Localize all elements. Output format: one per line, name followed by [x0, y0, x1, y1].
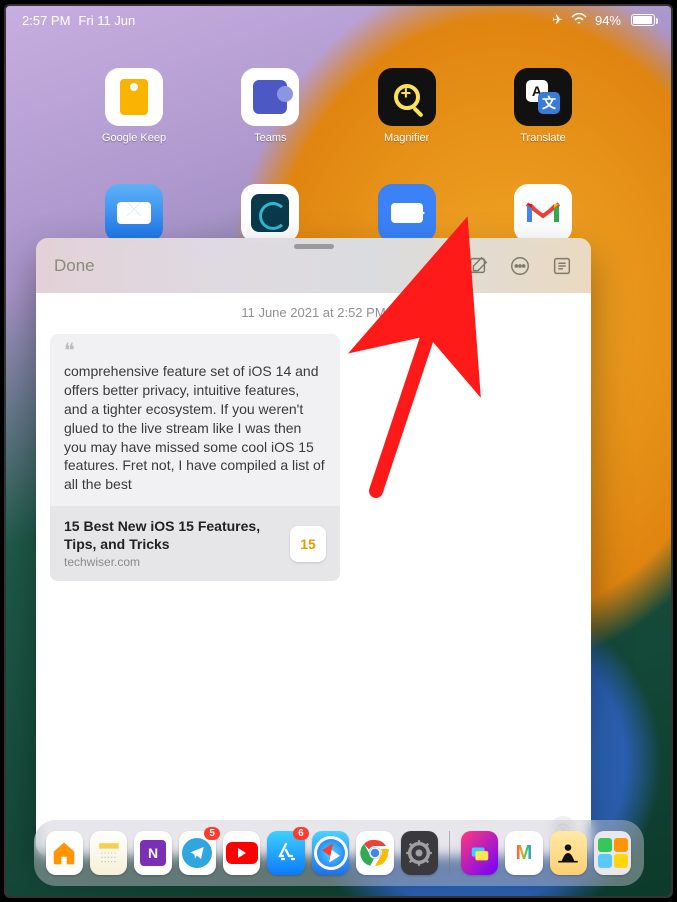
- dock-separator: [449, 831, 450, 875]
- dock-app-appstore[interactable]: 6: [267, 831, 304, 875]
- keep-icon: [120, 79, 148, 115]
- dock-recent-3[interactable]: [550, 831, 587, 875]
- gmail-icon: [525, 200, 561, 226]
- appstore-badge: 6: [293, 827, 309, 840]
- dock-app-notes[interactable]: [90, 831, 127, 875]
- dock-recent-1[interactable]: [461, 831, 498, 875]
- app-google-keep[interactable]: Google Keep: [96, 68, 172, 144]
- app-teams[interactable]: Teams: [232, 68, 308, 144]
- dock-app-settings[interactable]: [401, 831, 438, 875]
- translate-icon: A 文: [524, 78, 562, 116]
- home-screen-apps: Google Keep Teams Magnifier A 文 Translat…: [6, 68, 671, 260]
- magnifier-icon: [394, 84, 420, 110]
- battery-icon: [631, 14, 655, 26]
- dock-app-telegram[interactable]: 5: [179, 831, 216, 875]
- status-time: 2:57 PM: [22, 13, 70, 28]
- more-icon[interactable]: [509, 255, 531, 277]
- quote-icon: ❝: [64, 346, 326, 356]
- telegram-badge: 5: [204, 827, 220, 840]
- done-button[interactable]: Done: [54, 256, 95, 276]
- quick-note-panel: Done 11 June 2021 at 2:52 PM ❝ comprehen…: [36, 238, 591, 856]
- swiftkey-icon: [251, 194, 289, 232]
- status-date: Fri 11 Jun: [78, 13, 135, 28]
- compose-icon[interactable]: [467, 255, 489, 277]
- link-domain: techwiser.com: [64, 555, 280, 569]
- dock-app-home[interactable]: [46, 831, 83, 875]
- link-thumb: 15: [290, 526, 326, 562]
- status-bar: 2:57 PM Fri 11 Jun ✈︎ 94%: [6, 12, 671, 28]
- quote-text: comprehensive feature set of iOS 14 and …: [64, 362, 326, 494]
- app-magnifier[interactable]: Magnifier: [369, 68, 445, 144]
- app-translate[interactable]: A 文 Translate: [505, 68, 581, 144]
- zoom-icon: [391, 203, 423, 223]
- mail-icon: [117, 202, 151, 224]
- battery-pct: 94%: [595, 13, 621, 28]
- dock-recent-2[interactable]: M: [505, 831, 542, 875]
- link-title: 15 Best New iOS 15 Features, Tips, and T…: [64, 518, 280, 553]
- teams-icon: [253, 80, 287, 114]
- dock-app-chrome[interactable]: [356, 831, 393, 875]
- notes-list-icon[interactable]: [551, 255, 573, 277]
- dock: N 5 6: [34, 820, 644, 886]
- dock-app-onenote[interactable]: N: [134, 831, 171, 875]
- note-timestamp: 11 June 2021 at 2:52 PM: [50, 305, 577, 320]
- link-preview[interactable]: 15 Best New iOS 15 Features, Tips, and T…: [50, 506, 340, 581]
- quick-note-header: Done: [36, 238, 591, 293]
- wifi-icon: [571, 13, 587, 28]
- dock-app-library[interactable]: [594, 831, 631, 875]
- quote-card[interactable]: ❝ comprehensive feature set of iOS 14 an…: [50, 334, 340, 581]
- airplane-icon: ✈︎: [552, 12, 563, 28]
- quick-note-body[interactable]: 11 June 2021 at 2:52 PM ❝ comprehensive …: [36, 293, 591, 856]
- dock-app-safari[interactable]: [312, 831, 349, 875]
- drag-grabber[interactable]: [294, 244, 334, 249]
- dock-app-youtube[interactable]: [223, 831, 260, 875]
